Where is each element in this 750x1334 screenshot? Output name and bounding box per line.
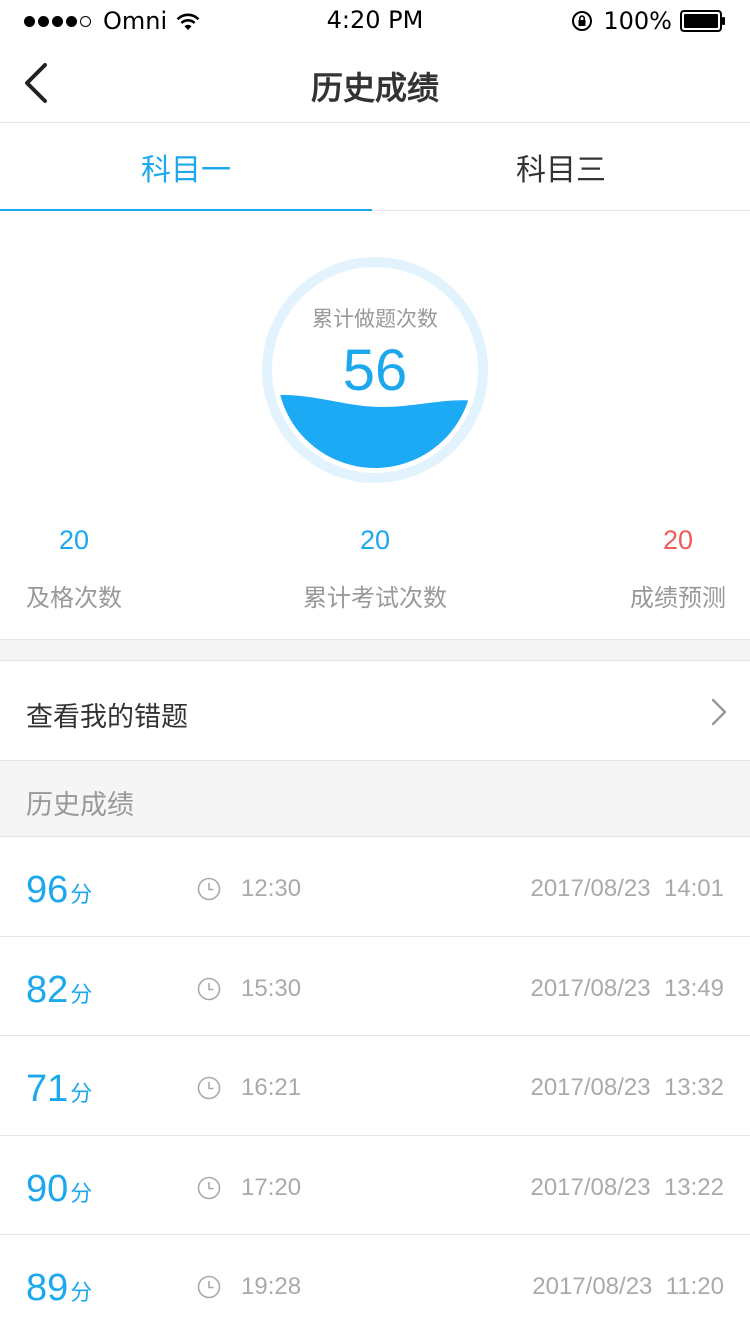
score-unit: 分 bbox=[70, 982, 93, 1008]
history-row[interactable]: 71 分 16:21 2017/08/23 13:32 bbox=[0, 1036, 750, 1136]
status-bar: Omni 4:20 PM 100% bbox=[0, 0, 750, 40]
summary-panel: 累计做题次数 56 20 及格次数 20 累计考试次数 20 成绩预测 bbox=[0, 211, 750, 640]
history-row[interactable]: 89 分 19:28 2017/08/23 11:20 bbox=[0, 1235, 750, 1334]
wrong-questions-label: 查看我的错题 bbox=[26, 702, 188, 733]
rotation-lock-icon bbox=[572, 11, 593, 31]
history-title: 历史成绩 bbox=[26, 790, 134, 821]
score-unit: 分 bbox=[70, 883, 93, 908]
exam-datetime: 2017/08/23 13:22 bbox=[530, 1173, 724, 1201]
gauge-label: 累计做题次数 bbox=[312, 307, 438, 331]
score: 82 分 bbox=[26, 969, 92, 1012]
nav-bar: 历史成绩 bbox=[0, 40, 750, 123]
score-value: 82 bbox=[26, 968, 69, 1011]
duration: 16:21 bbox=[241, 1074, 302, 1101]
chevron-right-icon bbox=[711, 698, 727, 726]
history-row[interactable]: 90 分 17:20 2017/08/23 13:22 bbox=[0, 1135, 750, 1235]
section-divider bbox=[0, 640, 750, 660]
stat-value: 20 bbox=[58, 525, 90, 555]
stat-label: 成绩预测 bbox=[630, 584, 726, 612]
exam-datetime: 2017/08/23 13:49 bbox=[530, 974, 724, 1002]
tab-subject-one[interactable]: 科目一 bbox=[0, 123, 372, 212]
battery-icon bbox=[680, 10, 725, 32]
duration: 17:20 bbox=[241, 1173, 302, 1201]
score-value: 90 bbox=[26, 1167, 69, 1210]
stat-label: 累计考试次数 bbox=[303, 584, 447, 612]
score: 90 分 bbox=[26, 1168, 92, 1211]
clock-icon bbox=[197, 1275, 221, 1299]
stat-label: 及格次数 bbox=[26, 584, 122, 612]
page-title: 历史成绩 bbox=[310, 69, 439, 107]
gauge-value: 56 bbox=[342, 338, 408, 403]
stat-exam-count: 20 累计考试次数 bbox=[300, 525, 450, 613]
history-row[interactable]: 96 分 12:30 2017/08/23 14:01 bbox=[0, 837, 750, 937]
score-unit: 分 bbox=[70, 1181, 93, 1207]
clock-icon bbox=[197, 1076, 221, 1100]
exam-datetime: 2017/08/23 13:32 bbox=[530, 1074, 724, 1101]
stat-pass-count: 20 及格次数 bbox=[24, 525, 124, 613]
score: 89 分 bbox=[26, 1267, 92, 1310]
stat-score-prediction: 20 成绩预测 bbox=[626, 525, 730, 613]
score: 96 分 bbox=[26, 869, 92, 912]
wrong-questions-row[interactable]: 查看我的错题 bbox=[0, 660, 750, 761]
status-bar-right: 100% bbox=[571, 7, 726, 35]
score-value: 71 bbox=[26, 1068, 69, 1110]
exam-datetime: 2017/08/23 14:01 bbox=[530, 875, 724, 902]
history-section-header: 历史成绩 bbox=[0, 761, 750, 837]
score: 71 分 bbox=[26, 1068, 92, 1111]
subject-tabs: 科目一 科目三 bbox=[0, 123, 750, 212]
score-unit: 分 bbox=[70, 1082, 93, 1107]
battery-percent: 100% bbox=[603, 7, 672, 35]
duration: 19:28 bbox=[241, 1273, 302, 1300]
duration: 12:30 bbox=[241, 875, 302, 902]
stat-value: 20 bbox=[359, 525, 391, 555]
history-list: 96 分 12:30 2017/08/23 14:01 82 分 15:30 2… bbox=[0, 837, 750, 1334]
clock-icon bbox=[197, 877, 221, 901]
tab-subject-three[interactable]: 科目三 bbox=[372, 123, 750, 211]
clock-icon bbox=[197, 977, 221, 1000]
stat-value: 20 bbox=[662, 525, 694, 555]
score-unit: 分 bbox=[70, 1281, 93, 1306]
exam-datetime: 2017/08/23 11:20 bbox=[532, 1273, 724, 1300]
score-value: 96 bbox=[26, 869, 69, 911]
duration: 15:30 bbox=[241, 974, 302, 1002]
history-row[interactable]: 82 分 15:30 2017/08/23 13:49 bbox=[0, 936, 750, 1036]
clock-icon bbox=[197, 1176, 221, 1199]
score-value: 89 bbox=[26, 1267, 69, 1309]
